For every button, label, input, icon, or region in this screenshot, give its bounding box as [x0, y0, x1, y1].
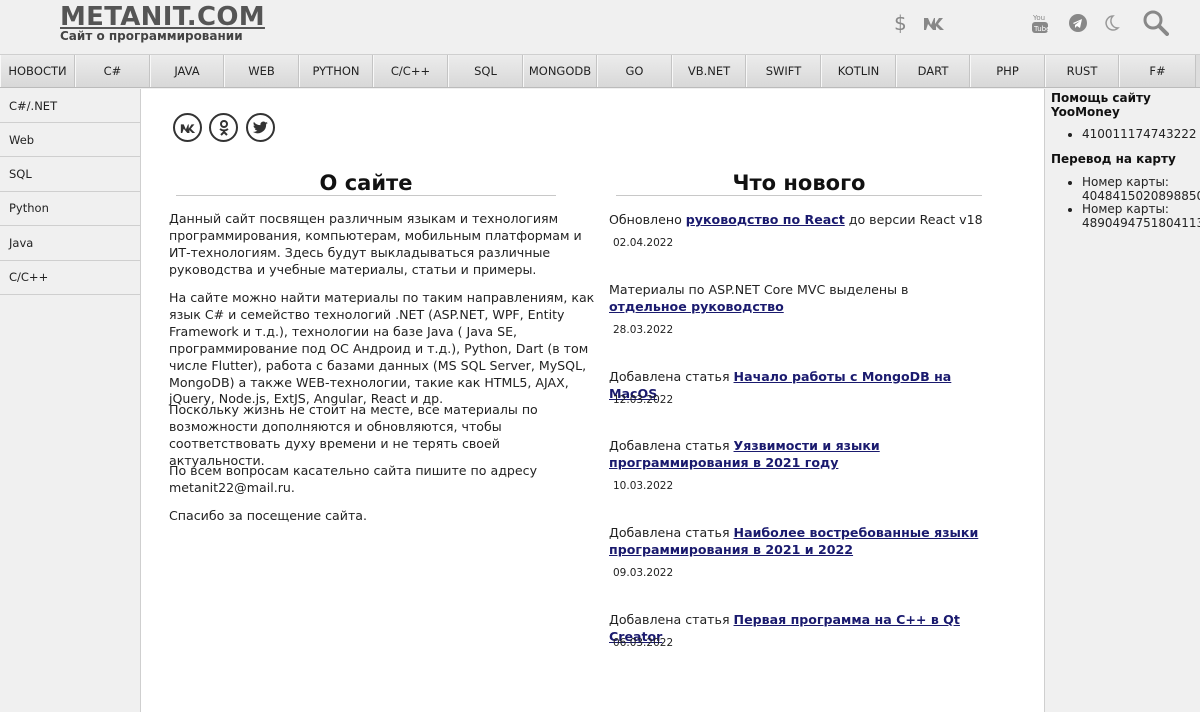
- nav-item-rust[interactable]: RUST: [1045, 55, 1119, 87]
- nav-item-swift[interactable]: SWIFT: [746, 55, 821, 87]
- sidebar-item-sql[interactable]: SQL: [0, 157, 140, 192]
- news-link[interactable]: руководство по React: [686, 212, 845, 227]
- card-number: Номер карты: 4890494751804113: [1082, 202, 1200, 230]
- sidebar-item-cpp[interactable]: C/C++: [0, 260, 140, 295]
- nav-item-fsharp[interactable]: F#: [1119, 55, 1196, 87]
- news-date: 02.04.2022: [613, 237, 674, 249]
- site-logo[interactable]: METANIT.COM: [60, 2, 265, 32]
- about-paragraph: Поскольку жизнь не стоит на месте, все м…: [169, 402, 538, 468]
- nav-item-news[interactable]: НОВОСТИ: [0, 55, 75, 87]
- news-title: Что нового: [732, 171, 866, 195]
- sidebar-item-csharp-net[interactable]: C#/.NET: [0, 89, 140, 123]
- svg-text:$: $: [894, 12, 907, 34]
- about-title: О сайте: [319, 171, 413, 195]
- svg-text:You: You: [1032, 14, 1045, 22]
- card-list: Номер карты: 4048415020898850 Номер карт…: [1068, 175, 1200, 230]
- vk-icon[interactable]: [173, 113, 202, 142]
- site-header: METANIT.COM Сайт о программировании $ Yo…: [0, 0, 1200, 54]
- svg-text:Tube: Tube: [1033, 25, 1049, 33]
- news-item: Добавлена статья Наиболее востребованные…: [609, 525, 979, 557]
- nav-item-go[interactable]: GO: [597, 55, 672, 87]
- about-paragraph: На сайте можно найти материалы по таким …: [169, 290, 595, 407]
- nav-item-csharp[interactable]: C#: [75, 55, 150, 87]
- nav-item-python[interactable]: PYTHON: [299, 55, 373, 87]
- nav-item-web[interactable]: WEB: [224, 55, 299, 87]
- search-icon[interactable]: [1142, 10, 1170, 36]
- site-tagline: Сайт о программировании: [60, 29, 243, 43]
- news-date: 28.03.2022: [613, 324, 674, 336]
- telegram-icon[interactable]: [1067, 11, 1089, 35]
- news-date: 10.03.2022: [613, 480, 674, 492]
- nav-item-cpp[interactable]: C/C++: [373, 55, 448, 87]
- about-paragraph: Спасибо за посещение сайта.: [169, 508, 368, 523]
- about-paragraph: Данный сайт посвящен различным языкам и …: [169, 211, 582, 277]
- nav-item-mongodb[interactable]: MONGODB: [523, 55, 597, 87]
- about-title-rule: [176, 195, 556, 196]
- about-paragraph: По всем вопросам касательно сайта пишите…: [169, 463, 538, 495]
- sidebar-item-web[interactable]: Web: [0, 123, 140, 158]
- news-date: 06.03.2022: [613, 637, 674, 649]
- moon-icon[interactable]: [1100, 11, 1122, 35]
- nav-item-kotlin[interactable]: KOTLIN: [821, 55, 896, 87]
- main-nav: НОВОСТИ C# JAVA WEB PYTHON C/C++ SQL MON…: [0, 54, 1200, 88]
- card-title: Перевод на карту: [1051, 152, 1176, 166]
- nav-item-php[interactable]: PHP: [970, 55, 1045, 87]
- card-number: Номер карты: 4048415020898850: [1082, 175, 1200, 203]
- help-title: Помощь сайту YooMoney: [1051, 91, 1151, 119]
- news-item: Материалы по ASP.NET Core MVC выделены в…: [609, 282, 909, 314]
- twitter-icon[interactable]: [246, 113, 275, 142]
- sidebar-item-java[interactable]: Java: [0, 226, 140, 261]
- dollar-icon[interactable]: $: [890, 11, 910, 35]
- vk-icon[interactable]: [922, 11, 946, 35]
- right-sidebar: Помощь сайту YooMoney 410011174743222 Пе…: [1046, 89, 1200, 712]
- news-title-rule: [616, 195, 982, 196]
- news-link[interactable]: отдельное руководство: [609, 299, 784, 314]
- main-content: О сайте Данный сайт посвящен различным я…: [141, 89, 1045, 712]
- left-sidebar: C#/.NET Web SQL Python Java C/C++: [0, 89, 141, 712]
- nav-item-java[interactable]: JAVA: [150, 55, 224, 87]
- news-date: 12.03.2022: [613, 394, 674, 406]
- odnoklassniki-icon[interactable]: [209, 113, 238, 142]
- nav-item-dart[interactable]: DART: [896, 55, 970, 87]
- yoomoney-list: 410011174743222: [1068, 127, 1197, 142]
- youtube-icon[interactable]: You Tube: [1029, 11, 1051, 35]
- nav-item-vbnet[interactable]: VB.NET: [672, 55, 746, 87]
- nav-item-sql[interactable]: SQL: [448, 55, 523, 87]
- sidebar-item-python[interactable]: Python: [0, 191, 140, 227]
- news-date: 09.03.2022: [613, 567, 674, 579]
- news-item: Обновлено руководство по React до версии…: [609, 212, 983, 227]
- yoomoney-number: 410011174743222: [1082, 127, 1197, 142]
- news-item: Добавлена статья Уязвимости и языки прог…: [609, 438, 880, 470]
